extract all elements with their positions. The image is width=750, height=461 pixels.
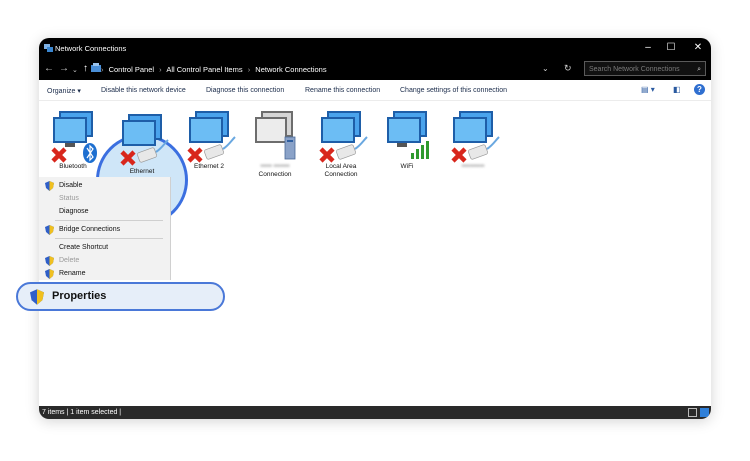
properties-label: Properties	[52, 290, 107, 302]
help-icon[interactable]: ?	[694, 84, 705, 95]
address-bar: ← → ⌄ ↑ › Control Panel › All Control Pa…	[39, 58, 711, 80]
ethernet-adapter-icon	[451, 111, 500, 163]
adapter-unnamed[interactable]: ••••••••••	[441, 107, 505, 171]
adapter-wifi[interactable]: WiFi	[375, 107, 439, 171]
ethernet-adapter-icon	[187, 111, 236, 163]
menu-separator	[55, 220, 163, 221]
refresh-icon[interactable]: ↻	[564, 63, 572, 74]
diagnose-button[interactable]: Diagnose this connection	[206, 87, 284, 94]
minimize-button[interactable]: –	[641, 41, 655, 55]
status-text: 7 items | 1 item selected |	[42, 409, 122, 416]
window-title: Network Connections	[55, 44, 127, 53]
uac-shield-icon	[45, 225, 54, 237]
up-arrow-icon[interactable]: ↑	[83, 63, 88, 75]
bluetooth-adapter-icon	[51, 111, 97, 163]
uac-shield-icon	[45, 256, 54, 268]
address-dropdown-icon[interactable]: ⌄	[542, 64, 549, 73]
title-bar: Network Connections – ☐ ✕	[39, 38, 711, 58]
menu-item-diagnose[interactable]: Diagnose	[59, 208, 89, 215]
uac-shield-icon	[45, 269, 54, 281]
details-view-icon[interactable]	[688, 408, 697, 417]
blurred-adapter-name: ••••••••••	[461, 163, 485, 170]
network-connections-window: Network Connections – ☐ ✕ ← → ⌄ ↑ › Cont…	[39, 38, 711, 419]
maximize-button[interactable]: ☐	[664, 41, 678, 55]
search-placeholder: Search Network Connections	[589, 66, 680, 73]
preview-pane-icon[interactable]: ◧	[673, 85, 681, 94]
status-bar: 7 items | 1 item selected |	[39, 406, 711, 419]
adapter-bluetooth[interactable]: Bluetooth	[41, 107, 105, 171]
breadcrumb-control-panel[interactable]: Control Panel	[109, 65, 154, 74]
adapter-ethernet[interactable]: Ethernet	[110, 110, 174, 176]
change-settings-button[interactable]: Change settings of this connection	[400, 87, 507, 94]
ethernet-adapter-icon	[319, 111, 368, 163]
uac-shield-icon	[45, 181, 54, 193]
adapter-label: Connection	[258, 171, 292, 178]
close-button[interactable]: ✕	[691, 41, 705, 55]
menu-item-rename[interactable]: Rename	[59, 270, 85, 277]
forward-arrow-icon[interactable]: →	[59, 63, 69, 75]
breadcrumb-network-connections[interactable]: Network Connections	[255, 65, 326, 74]
organize-button[interactable]: Organize ▾	[47, 87, 81, 95]
wifi-adapter-icon	[387, 111, 429, 159]
blurred-adapter-name: ••••• •••••••	[260, 163, 290, 170]
menu-item-disable[interactable]: Disable	[59, 182, 82, 189]
rename-button[interactable]: Rename this connection	[305, 87, 380, 94]
network-folder-icon	[44, 43, 53, 54]
context-menu: Disable Status Diagnose Bridge Connectio…	[39, 177, 171, 280]
disable-device-button[interactable]: Disable this network device	[101, 87, 186, 94]
search-input[interactable]: Search Network Connections ⌕	[584, 61, 706, 76]
adapter-connection[interactable]: ••••• ••••••• Connection	[243, 107, 307, 179]
adapter-label: Ethernet 2	[194, 163, 224, 170]
adapter-label: Local Area Connection	[324, 163, 358, 178]
menu-item-status[interactable]: Status	[59, 195, 79, 202]
breadcrumb-all-items[interactable]: All Control Panel Items	[166, 65, 242, 74]
ethernet-adapter-icon	[120, 114, 169, 166]
uac-shield-icon	[30, 289, 44, 310]
menu-item-properties[interactable]: Properties	[16, 282, 225, 311]
adapter-list: Bluetooth Ethernet Ethernet 2 ••••• ••••…	[39, 101, 711, 406]
back-arrow-icon[interactable]: ←	[44, 63, 54, 75]
menu-separator	[55, 238, 163, 239]
menu-item-bridge-connections[interactable]: Bridge Connections	[59, 226, 120, 233]
breadcrumb: › Control Panel › All Control Panel Item…	[101, 65, 327, 74]
adapter-label: Ethernet	[129, 168, 155, 175]
command-bar: Organize ▾ Disable this network device D…	[39, 80, 711, 101]
menu-item-create-shortcut[interactable]: Create Shortcut	[59, 244, 108, 251]
adapter-local-area-connection[interactable]: Local Area Connection	[309, 107, 373, 179]
adapter-label: WiFi	[400, 163, 414, 170]
recent-locations-icon[interactable]: ⌄	[72, 65, 78, 77]
network-adapter-icon	[255, 111, 296, 160]
search-icon: ⌕	[697, 66, 701, 73]
adapter-ethernet-2[interactable]: Ethernet 2	[177, 107, 241, 171]
menu-item-delete[interactable]: Delete	[59, 257, 79, 264]
large-icons-view-icon[interactable]	[700, 408, 709, 417]
adapter-label: Bluetooth	[59, 163, 87, 170]
control-panel-icon	[91, 63, 101, 75]
view-options-icon[interactable]: ▤ ▾	[641, 85, 655, 94]
